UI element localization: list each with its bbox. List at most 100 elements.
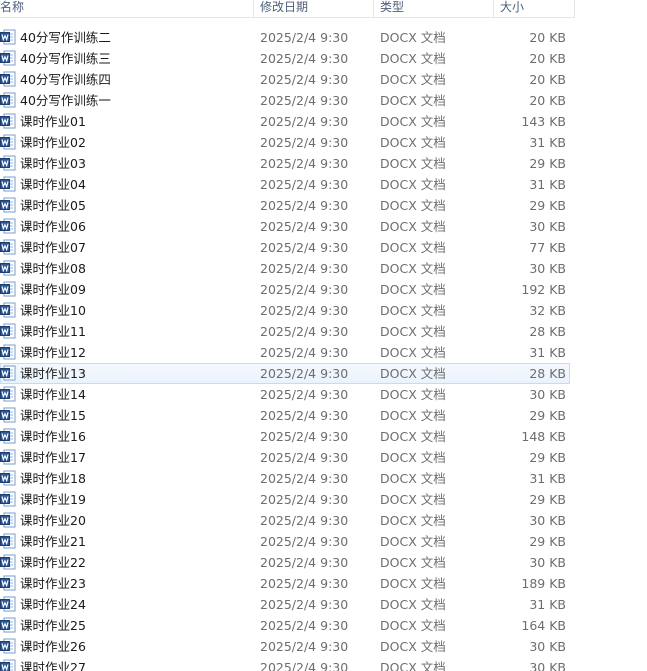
file-date: 2025/2/4 9:30 (260, 534, 349, 549)
file-row[interactable]: 40分写作训练一 2025/2/4 9:30 DOCX 文档 20 KB (0, 90, 575, 111)
file-name: 课时作业26 (20, 639, 86, 654)
file-row[interactable]: 课时作业09 2025/2/4 9:30 DOCX 文档 192 KB (0, 279, 575, 300)
file-row[interactable]: 课时作业14 2025/2/4 9:30 DOCX 文档 30 KB (0, 384, 575, 405)
file-date: 2025/2/4 9:30 (260, 303, 349, 318)
file-row[interactable]: 课时作业19 2025/2/4 9:30 DOCX 文档 29 KB (0, 489, 575, 510)
file-type: DOCX 文档 (380, 387, 446, 402)
column-header-size[interactable]: 大小 (494, 0, 575, 17)
file-name: 课时作业07 (20, 240, 86, 255)
file-row[interactable]: 40分写作训练二 2025/2/4 9:30 DOCX 文档 20 KB (0, 27, 575, 48)
file-type: DOCX 文档 (380, 324, 446, 339)
file-row[interactable]: 课时作业15 2025/2/4 9:30 DOCX 文档 29 KB (0, 405, 575, 426)
file-type: DOCX 文档 (380, 597, 446, 612)
file-row[interactable]: 40分写作训练三 2025/2/4 9:30 DOCX 文档 20 KB (0, 48, 575, 69)
file-type: DOCX 文档 (380, 576, 446, 591)
word-document-icon (0, 176, 16, 192)
file-size: 189 KB (521, 576, 566, 591)
file-row[interactable]: 课时作业11 2025/2/4 9:30 DOCX 文档 28 KB (0, 321, 575, 342)
word-document-icon (0, 302, 16, 318)
file-type: DOCX 文档 (380, 639, 446, 654)
file-row[interactable]: 课时作业17 2025/2/4 9:30 DOCX 文档 29 KB (0, 447, 575, 468)
file-row[interactable]: 课时作业04 2025/2/4 9:30 DOCX 文档 31 KB (0, 174, 575, 195)
file-row[interactable]: 课时作业12 2025/2/4 9:30 DOCX 文档 31 KB (0, 342, 575, 363)
file-row[interactable]: 课时作业23 2025/2/4 9:30 DOCX 文档 189 KB (0, 573, 575, 594)
file-name: 课时作业13 (20, 366, 86, 381)
file-size: 30 KB (529, 513, 566, 528)
file-name: 课时作业15 (20, 408, 86, 423)
file-type: DOCX 文档 (380, 135, 446, 150)
file-date: 2025/2/4 9:30 (260, 30, 349, 45)
word-document-icon (0, 533, 16, 549)
file-row[interactable]: 课时作业08 2025/2/4 9:30 DOCX 文档 30 KB (0, 258, 575, 279)
file-row[interactable]: 课时作业26 2025/2/4 9:30 DOCX 文档 30 KB (0, 636, 575, 657)
file-date: 2025/2/4 9:30 (260, 114, 349, 129)
file-row[interactable]: 课时作业24 2025/2/4 9:30 DOCX 文档 31 KB (0, 594, 575, 615)
file-name: 课时作业11 (20, 324, 86, 339)
file-name: 课时作业20 (20, 513, 86, 528)
word-document-icon (0, 134, 16, 150)
file-size: 31 KB (529, 345, 566, 360)
file-row[interactable]: 课时作业06 2025/2/4 9:30 DOCX 文档 30 KB (0, 216, 575, 237)
file-date: 2025/2/4 9:30 (260, 576, 349, 591)
file-date: 2025/2/4 9:30 (260, 639, 349, 654)
word-document-icon (0, 617, 16, 633)
file-row[interactable]: 课时作业22 2025/2/4 9:30 DOCX 文档 30 KB (0, 552, 575, 573)
word-document-icon (0, 323, 16, 339)
file-row[interactable]: 课时作业10 2025/2/4 9:30 DOCX 文档 32 KB (0, 300, 575, 321)
file-type: DOCX 文档 (380, 51, 446, 66)
file-row[interactable]: 课时作业01 2025/2/4 9:30 DOCX 文档 143 KB (0, 111, 575, 132)
file-date: 2025/2/4 9:30 (260, 282, 349, 297)
file-row[interactable]: 课时作业07 2025/2/4 9:30 DOCX 文档 77 KB (0, 237, 575, 258)
file-name: 课时作业23 (20, 576, 86, 591)
file-type: DOCX 文档 (380, 408, 446, 423)
file-date: 2025/2/4 9:30 (260, 198, 349, 213)
file-type: DOCX 文档 (380, 660, 446, 671)
word-document-icon (0, 638, 16, 654)
file-row[interactable]: 课时作业27 2025/2/4 9:30 DOCX 文档 30 KB (0, 657, 575, 671)
file-type: DOCX 文档 (380, 366, 446, 381)
file-date: 2025/2/4 9:30 (260, 177, 349, 192)
file-type: DOCX 文档 (380, 261, 446, 276)
file-date: 2025/2/4 9:30 (260, 366, 349, 381)
file-size: 77 KB (529, 240, 566, 255)
column-header-name[interactable]: 名称 (0, 0, 254, 17)
file-date: 2025/2/4 9:30 (260, 135, 349, 150)
column-header-date[interactable]: 修改日期 (254, 0, 374, 17)
word-document-icon (0, 29, 16, 45)
word-document-icon (0, 260, 16, 276)
file-type: DOCX 文档 (380, 345, 446, 360)
word-document-icon (0, 659, 16, 671)
file-date: 2025/2/4 9:30 (260, 513, 349, 528)
file-row[interactable]: 课时作业03 2025/2/4 9:30 DOCX 文档 29 KB (0, 153, 575, 174)
file-row[interactable]: 课时作业02 2025/2/4 9:30 DOCX 文档 31 KB (0, 132, 575, 153)
file-size: 30 KB (529, 261, 566, 276)
file-row[interactable]: 课时作业16 2025/2/4 9:30 DOCX 文档 148 KB (0, 426, 575, 447)
file-date: 2025/2/4 9:30 (260, 345, 349, 360)
file-date: 2025/2/4 9:30 (260, 408, 349, 423)
file-name: 40分写作训练四 (20, 72, 111, 87)
file-size: 30 KB (529, 639, 566, 654)
file-row[interactable]: 课时作业20 2025/2/4 9:30 DOCX 文档 30 KB (0, 510, 575, 531)
file-size: 20 KB (529, 51, 566, 66)
file-row[interactable]: 40分写作训练四 2025/2/4 9:30 DOCX 文档 20 KB (0, 69, 575, 90)
file-date: 2025/2/4 9:30 (260, 387, 349, 402)
word-document-icon (0, 386, 16, 402)
column-header-type[interactable]: 类型 (374, 0, 494, 17)
word-document-icon (0, 239, 16, 255)
word-document-icon (0, 113, 16, 129)
word-document-icon (0, 50, 16, 66)
file-row[interactable]: 课时作业21 2025/2/4 9:30 DOCX 文档 29 KB (0, 531, 575, 552)
word-document-icon (0, 281, 16, 297)
file-size: 30 KB (529, 219, 566, 234)
file-date: 2025/2/4 9:30 (260, 618, 349, 633)
file-name: 课时作业18 (20, 471, 86, 486)
file-row[interactable]: 课时作业18 2025/2/4 9:30 DOCX 文档 31 KB (0, 468, 575, 489)
file-size: 29 KB (529, 450, 566, 465)
word-document-icon (0, 218, 16, 234)
file-list: 40分写作训练二 2025/2/4 9:30 DOCX 文档 20 KB 40分… (0, 27, 647, 671)
file-row[interactable]: 课时作业25 2025/2/4 9:30 DOCX 文档 164 KB (0, 615, 575, 636)
file-type: DOCX 文档 (380, 282, 446, 297)
file-row[interactable]: 课时作业05 2025/2/4 9:30 DOCX 文档 29 KB (0, 195, 575, 216)
file-type: DOCX 文档 (380, 471, 446, 486)
file-row[interactable]: 课时作业13 2025/2/4 9:30 DOCX 文档 28 KB (0, 363, 570, 384)
